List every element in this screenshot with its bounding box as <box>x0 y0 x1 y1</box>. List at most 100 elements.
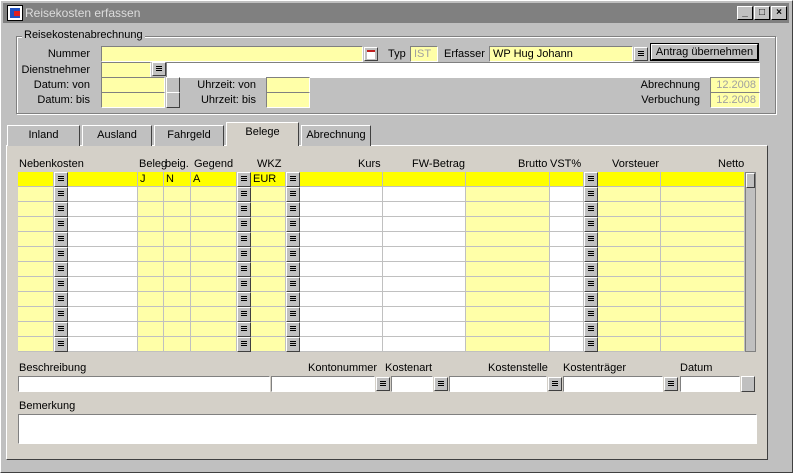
beleg-cell[interactable] <box>138 277 164 292</box>
close-button[interactable]: × <box>771 6 787 20</box>
vorsteuer-cell[interactable] <box>598 307 661 322</box>
gegend-list-icon[interactable] <box>237 217 251 232</box>
wkz-list-icon[interactable] <box>286 262 300 277</box>
nebenkosten-text-cell[interactable] <box>68 322 138 337</box>
gegend-cell[interactable] <box>191 202 237 217</box>
brutto-cell[interactable] <box>466 307 550 322</box>
gegend-list-icon[interactable] <box>237 247 251 262</box>
gegend-list-icon[interactable] <box>237 307 251 322</box>
fw-betrag-cell[interactable] <box>383 202 466 217</box>
wkz-list-icon[interactable] <box>286 307 300 322</box>
wkz-list-icon[interactable] <box>286 277 300 292</box>
table-row[interactable] <box>18 307 745 322</box>
wkz-list-icon[interactable] <box>286 232 300 247</box>
datum-von-field[interactable] <box>101 77 165 93</box>
kurs-cell[interactable] <box>300 232 383 247</box>
table-row[interactable] <box>18 232 745 247</box>
gegend-cell[interactable] <box>191 247 237 262</box>
fw-betrag-cell[interactable] <box>383 292 466 307</box>
vst-list-icon[interactable] <box>584 307 598 322</box>
nebenkosten-list-icon[interactable] <box>54 262 68 277</box>
wkz-list-icon[interactable] <box>286 292 300 307</box>
gegend-list-icon[interactable] <box>237 277 251 292</box>
wkz-list-icon[interactable] <box>286 217 300 232</box>
nebenkosten-cell[interactable] <box>18 217 54 232</box>
tab-abrechnung[interactable]: Abrechnung <box>301 125 371 146</box>
netto-cell[interactable] <box>661 217 745 232</box>
brutto-cell[interactable] <box>466 322 550 337</box>
beig-cell[interactable] <box>164 322 191 337</box>
nebenkosten-cell[interactable] <box>18 277 54 292</box>
kurs-cell[interactable] <box>300 217 383 232</box>
beleg-cell[interactable] <box>138 337 164 352</box>
gegend-list-icon[interactable] <box>237 232 251 247</box>
title-bar[interactable]: Reisekosten erfassen _ □ × <box>3 3 789 23</box>
brutto-cell[interactable] <box>466 337 550 352</box>
table-row[interactable] <box>18 247 745 262</box>
gegend-list-icon[interactable] <box>237 172 251 187</box>
nebenkosten-cell[interactable] <box>18 262 54 277</box>
nebenkosten-list-icon[interactable] <box>54 247 68 262</box>
vorsteuer-cell[interactable] <box>598 172 661 187</box>
vorsteuer-cell[interactable] <box>598 322 661 337</box>
vst-cell[interactable] <box>550 292 584 307</box>
scrollbar-thumb[interactable] <box>746 173 755 188</box>
vorsteuer-cell[interactable] <box>598 337 661 352</box>
datum-von-button[interactable] <box>166 77 180 93</box>
fw-betrag-cell[interactable] <box>383 322 466 337</box>
gegend-cell[interactable] <box>191 187 237 202</box>
kostenart-list-icon[interactable] <box>434 377 448 391</box>
minimize-button[interactable]: _ <box>737 6 753 20</box>
vst-list-icon[interactable] <box>584 262 598 277</box>
uhrzeit-bis-field[interactable] <box>266 92 310 108</box>
fw-betrag-cell[interactable] <box>383 247 466 262</box>
kostenstelle-field[interactable] <box>449 376 547 392</box>
netto-cell[interactable] <box>661 202 745 217</box>
vst-list-icon[interactable] <box>584 217 598 232</box>
beleg-cell[interactable] <box>138 247 164 262</box>
beig-cell[interactable] <box>164 232 191 247</box>
wkz-cell[interactable] <box>251 217 286 232</box>
gegend-list-icon[interactable] <box>237 292 251 307</box>
vst-list-icon[interactable] <box>584 232 598 247</box>
nebenkosten-cell[interactable] <box>18 172 54 187</box>
gegend-cell[interactable]: A <box>191 172 237 187</box>
kontonummer-list-icon[interactable] <box>376 377 390 391</box>
vst-cell[interactable] <box>550 217 584 232</box>
datum-bis-field[interactable] <box>101 92 165 108</box>
dienstnehmer-list-icon[interactable] <box>152 62 166 76</box>
kostenart-field[interactable] <box>391 376 433 392</box>
nebenkosten-cell[interactable] <box>18 187 54 202</box>
wkz-list-icon[interactable] <box>286 187 300 202</box>
table-row[interactable] <box>18 262 745 277</box>
wkz-cell[interactable] <box>251 262 286 277</box>
gegend-cell[interactable] <box>191 262 237 277</box>
wkz-list-icon[interactable] <box>286 337 300 352</box>
vst-cell[interactable] <box>550 262 584 277</box>
vst-list-icon[interactable] <box>584 292 598 307</box>
vst-cell[interactable] <box>550 337 584 352</box>
tab-ausland[interactable]: Ausland <box>82 125 152 146</box>
kurs-cell[interactable] <box>300 322 383 337</box>
wkz-cell[interactable]: EUR <box>251 172 286 187</box>
vorsteuer-cell[interactable] <box>598 247 661 262</box>
datum-button[interactable] <box>741 376 755 392</box>
gegend-list-icon[interactable] <box>237 322 251 337</box>
wkz-list-icon[interactable] <box>286 202 300 217</box>
kurs-cell[interactable] <box>300 262 383 277</box>
vst-cell[interactable] <box>550 202 584 217</box>
vst-cell[interactable] <box>550 277 584 292</box>
wkz-cell[interactable] <box>251 202 286 217</box>
erfasser-list-icon[interactable] <box>634 47 648 61</box>
kurs-cell[interactable] <box>300 292 383 307</box>
calendar-icon[interactable] <box>364 47 378 61</box>
beig-cell[interactable] <box>164 277 191 292</box>
wkz-list-icon[interactable] <box>286 172 300 187</box>
beig-cell[interactable]: N <box>164 172 191 187</box>
gegend-cell[interactable] <box>191 322 237 337</box>
nebenkosten-cell[interactable] <box>18 202 54 217</box>
kurs-cell[interactable] <box>300 337 383 352</box>
vst-list-icon[interactable] <box>584 247 598 262</box>
table-row[interactable] <box>18 202 745 217</box>
beig-cell[interactable] <box>164 307 191 322</box>
